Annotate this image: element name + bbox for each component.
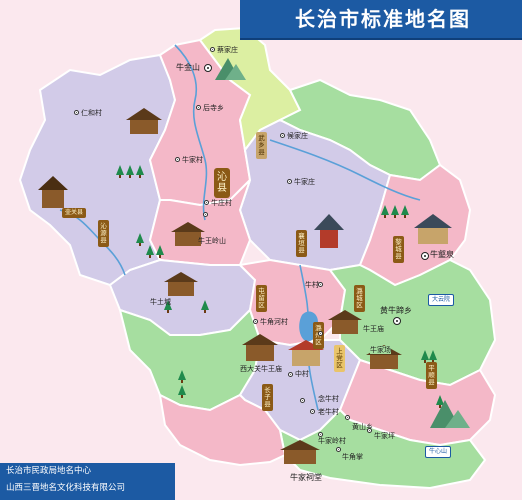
place-label: 牛金山 [176, 63, 200, 72]
place-label: 牛家岭村 [318, 437, 346, 445]
place-label: 牛家庄 [294, 178, 315, 186]
region-label-qinxian: 沁县 [214, 168, 230, 198]
village-dot-icon [280, 133, 285, 138]
region-label-tunliu: 屯留区 [256, 285, 267, 312]
capital-dot-icon [421, 252, 429, 260]
place-label: 牛王庙 [363, 325, 384, 333]
village-dot-icon [74, 110, 79, 115]
capital-dot-icon [393, 317, 401, 325]
place-label: 黄牛蹄乡 [380, 306, 412, 315]
place-label: 牛角掌 [342, 453, 363, 461]
place-label: 牛家场 [370, 346, 391, 354]
place-label: 牛村 [305, 281, 319, 289]
place-label: 牛家坪 [374, 432, 395, 440]
region-label-huguan: 壶关县 [62, 208, 87, 218]
region-label-licheng: 黎城县 [393, 236, 404, 263]
place-label-boxed: 大云院 [428, 294, 455, 306]
region-label-pingshun: 平顺县 [426, 362, 437, 389]
place-label: 牛家祠堂 [290, 473, 322, 482]
place-label: 牛王岭山 [198, 237, 226, 245]
capital-dot-icon [204, 64, 212, 72]
region-label-qinyuan: 沁源县 [98, 220, 109, 247]
place-label: 牛庄村 [211, 199, 232, 207]
footer-credits: 长治市民政局地名中心 山西三晋地名文化科技有限公司 [0, 463, 175, 500]
map-title: 长治市标准地名图 [295, 7, 471, 31]
place-label: 仁和村 [81, 109, 102, 117]
village-dot-icon [196, 105, 201, 110]
place-label: 蔡家庄 [217, 46, 238, 54]
village-dot-icon [336, 447, 341, 452]
village-dot-icon [367, 428, 372, 433]
place-label: 牛家村 [182, 156, 203, 164]
village-dot-icon [318, 331, 323, 336]
village-dot-icon [345, 415, 350, 420]
village-dot-icon [288, 372, 293, 377]
footer-line-2: 山西三晋地名文化科技有限公司 [6, 483, 126, 493]
village-dot-icon [204, 200, 209, 205]
place-label-boxed: 牛心山 [425, 446, 452, 458]
place-label: 后寺乡 [203, 104, 224, 112]
footer-line-1: 长治市民政局地名中心 [6, 466, 92, 476]
village-dot-icon [175, 157, 180, 162]
village-dot-icon [287, 179, 292, 184]
region-label-wuxiang: 武乡县 [256, 132, 267, 159]
map-stage: 长治市标准地名图 沁县 武乡县 沁源县 襄垣县 黎城县 屯留区 潞城区 潞州区 … [0, 0, 522, 500]
village-dot-icon [253, 319, 258, 324]
place-label: 老牛村 [318, 408, 339, 416]
place-label: 牛土城 [150, 298, 171, 306]
region-label-lucheng: 潞城区 [354, 285, 365, 312]
region-label-changzi: 长子县 [262, 384, 273, 411]
place-label: 中村 [295, 370, 309, 378]
village-dot-icon [300, 398, 305, 403]
village-dot-icon [210, 47, 215, 52]
village-dot-icon [203, 212, 208, 217]
region-label-xiangyuan: 襄垣县 [296, 230, 307, 257]
place-label: 候家庄 [287, 132, 308, 140]
place-label: 西大关牛王庙 [240, 365, 282, 373]
place-label: 牛角河村 [260, 318, 288, 326]
place-label: 牛壑泉 [430, 250, 454, 259]
place-label: 念牛村 [318, 395, 339, 403]
region-label-shangdang: 上党区 [334, 345, 345, 372]
village-dot-icon [310, 409, 315, 414]
